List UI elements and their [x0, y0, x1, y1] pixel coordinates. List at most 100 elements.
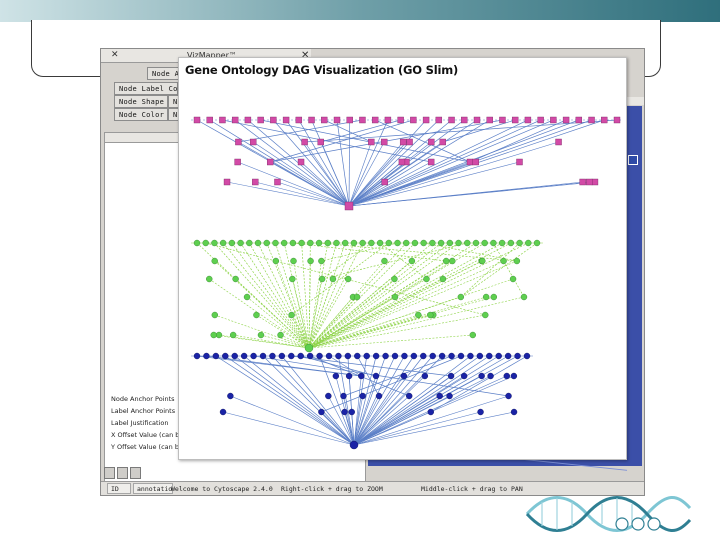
dag-node [520, 293, 528, 301]
dag-node [472, 158, 479, 166]
dag-node [487, 372, 494, 380]
dag-edge [348, 161, 520, 207]
delete-icon[interactable] [130, 467, 141, 479]
dag-node [219, 408, 227, 416]
dag-node [257, 116, 264, 124]
property-label-justification[interactable]: Label Justification [111, 419, 168, 427]
dag-edge [291, 242, 390, 316]
dag-node [613, 116, 621, 124]
dag-edge [308, 242, 451, 349]
tab-node-color[interactable]: Node Color [114, 108, 168, 121]
dag-node [472, 239, 480, 247]
dag-node [533, 239, 541, 247]
dag-node [505, 392, 512, 400]
dag-node [375, 392, 383, 400]
duplicate-button[interactable] [117, 467, 128, 479]
dag-node [509, 275, 517, 283]
dag-node [240, 352, 248, 360]
dag-node [346, 116, 353, 124]
dag-node [421, 372, 429, 380]
dag-node [372, 372, 380, 380]
dag-node [348, 408, 355, 416]
dag-node [321, 116, 328, 124]
dag-node [272, 239, 279, 247]
dag-node [550, 116, 557, 124]
dag-node [193, 239, 201, 247]
dag-node [513, 257, 521, 265]
dag-node [575, 116, 583, 124]
dag-node [353, 293, 361, 301]
property-node-anchor-points[interactable]: Node Anchor Points [111, 395, 175, 403]
dag-node [415, 311, 422, 319]
dag-node [438, 352, 446, 360]
dag-node [325, 392, 332, 400]
dag-node [429, 352, 436, 360]
dag-node [344, 275, 352, 283]
dag-edge [222, 242, 310, 349]
property-label-anchor-points[interactable]: Label Anchor Points [111, 407, 175, 415]
dag-node [428, 138, 435, 146]
dag-node [246, 239, 253, 247]
dag-edge [308, 242, 416, 349]
dag-node [586, 178, 593, 186]
dag-node [219, 116, 226, 124]
status-annotation-label: annotatio [133, 483, 173, 494]
dag-edge [308, 278, 323, 349]
tab-node-shape[interactable]: Node Shape [114, 95, 168, 108]
dag-edge [234, 119, 350, 207]
dag-edge [304, 119, 618, 143]
dag-node [439, 275, 447, 283]
dag-node [212, 352, 220, 360]
dag-node [250, 352, 257, 360]
add-button[interactable] [104, 467, 115, 479]
dag-node [507, 239, 515, 247]
dag-node [411, 239, 419, 247]
dag-node [461, 116, 468, 124]
dag-node [359, 392, 366, 400]
dag-node [252, 178, 259, 186]
dag-node [288, 352, 295, 360]
dag-node [422, 116, 430, 124]
dag-edge [348, 119, 541, 207]
dag-node [297, 158, 305, 166]
dag-node [234, 158, 241, 166]
dag-edge [493, 242, 525, 298]
dag-node [381, 138, 388, 146]
dag-node [244, 116, 252, 124]
dag-node [429, 239, 436, 247]
dag-node [211, 239, 218, 247]
dag-node [358, 372, 365, 380]
dag-edge [270, 161, 350, 207]
status-welcome: Welcome to Cytoscape 2.4.0 [171, 485, 273, 493]
dag-node [381, 257, 388, 265]
dag-node [490, 293, 498, 301]
dag-node [482, 311, 489, 319]
dag-node [304, 343, 314, 353]
dag-edge [222, 411, 355, 446]
dag-node [254, 239, 262, 247]
dag-node [420, 352, 427, 360]
dag-node [439, 138, 446, 146]
status-zoom-hint: Right-click + drag to ZOOM [281, 485, 383, 493]
dag-node [391, 275, 398, 283]
dag-node [232, 275, 239, 283]
dag-node [397, 116, 404, 124]
dag-node [385, 239, 392, 247]
dag-edge [308, 296, 461, 349]
dag-node [391, 352, 399, 360]
dag-node [235, 138, 242, 146]
dag-node [368, 138, 375, 146]
dag-node [406, 392, 413, 400]
dag-node [510, 372, 518, 380]
dag-node [427, 408, 434, 416]
tab-node-label-color[interactable]: Node Label Color [114, 82, 178, 95]
dag-node [510, 408, 518, 416]
dag-node [317, 138, 324, 146]
dag-edge [234, 355, 355, 446]
close-icon[interactable]: ✕ [111, 50, 119, 60]
dag-node [394, 239, 401, 247]
dag-node [460, 372, 468, 380]
dag-node [274, 178, 281, 186]
canvas-overview-icon[interactable] [628, 155, 638, 165]
dag-node [307, 239, 314, 247]
